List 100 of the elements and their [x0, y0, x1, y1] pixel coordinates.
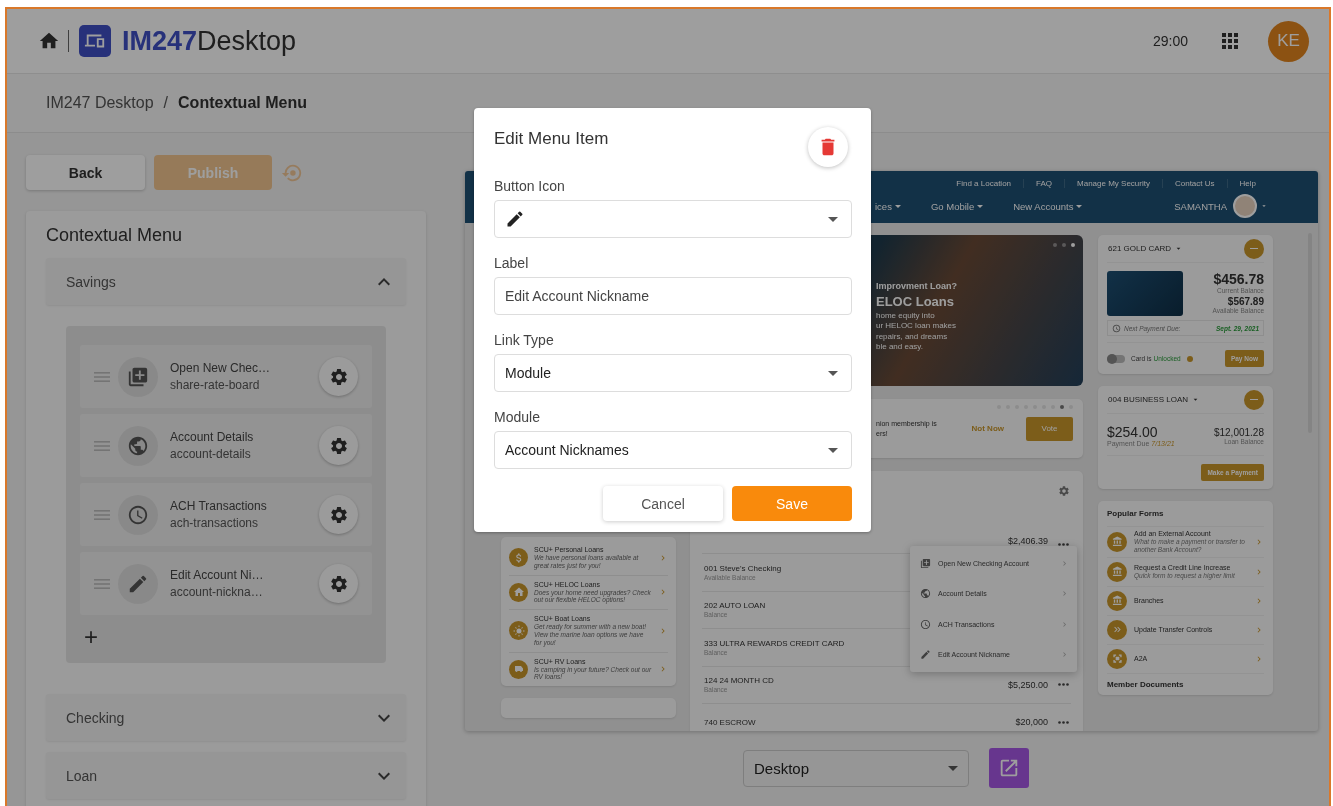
header-link[interactable]: Contact Us [1161, 178, 1227, 188]
bank-icon [1107, 561, 1127, 582]
cancel-button[interactable]: Cancel [603, 486, 723, 521]
settings-icon [328, 366, 349, 387]
device-select[interactable]: Desktop [743, 749, 969, 787]
settings-icon [328, 435, 349, 456]
accordion-header[interactable]: Checking [46, 694, 406, 741]
banner-text: repairs, and dreams [876, 331, 949, 343]
select-field[interactable]: Account Nicknames [494, 431, 852, 469]
house-icon [509, 582, 528, 602]
back-button[interactable]: Back [26, 155, 145, 190]
carousel-dot[interactable] [1060, 405, 1064, 409]
select-field[interactable]: Module [494, 354, 852, 392]
item-slug: ach-transactions [170, 516, 260, 530]
nav-menu[interactable]: ices [875, 200, 901, 212]
lock-toggle[interactable] [1107, 354, 1125, 363]
caret-icon [1076, 204, 1083, 208]
minus-button[interactable] [1244, 389, 1264, 410]
apps-grid-icon[interactable] [1222, 33, 1238, 49]
payment-amount: $254.00 [1107, 424, 1159, 440]
add-box-icon [118, 356, 158, 397]
header-link[interactable]: Find a Location [944, 178, 1024, 188]
dialog-title: Edit Menu Item [494, 129, 609, 149]
loan-balance: $12,001.28 [1213, 427, 1264, 438]
breadcrumb-current: Contextual Menu [178, 94, 307, 112]
user-name[interactable]: SAMANTHA [1174, 200, 1227, 212]
settings-icon [328, 504, 349, 525]
panel-title: Contextual Menu [46, 225, 184, 246]
menu-item[interactable]: ACH Transactions ach-transactions [80, 483, 372, 546]
drag-handle-icon[interactable] [94, 370, 110, 383]
item-slug: account-nickna… [170, 585, 264, 599]
header-link[interactable]: Manage My Security [1064, 178, 1162, 188]
add-button[interactable]: + [80, 625, 102, 649]
accordion-header[interactable]: Loan [46, 752, 406, 799]
banner-text: ur HELOC loan makes [876, 321, 958, 332]
info-icon[interactable] [1186, 355, 1193, 362]
caret-icon [948, 765, 958, 771]
account-name[interactable]: 740 ESCROW [704, 717, 756, 727]
settings-button[interactable] [319, 426, 358, 465]
carousel-dot[interactable] [1071, 243, 1075, 247]
brand-name: IM247Desktop [122, 25, 297, 57]
available-balance: $567.89 [1227, 296, 1264, 307]
field-label: Button Icon [494, 178, 566, 194]
caret-icon [828, 216, 838, 222]
globe-icon [118, 425, 158, 466]
open-external-button[interactable] [989, 748, 1029, 788]
caret-icon [977, 204, 984, 208]
nav-menu[interactable]: New Accounts [1013, 200, 1083, 212]
settings-button[interactable] [319, 495, 358, 534]
settings-button[interactable] [319, 357, 358, 396]
clock-icon [118, 494, 158, 535]
banner-text: home equity into [876, 311, 936, 322]
banner-text: ble and easy. [876, 342, 924, 353]
section-title: Popular Forms [1107, 501, 1264, 527]
loan-title[interactable]: 004 BUSINESS LOAN [1108, 395, 1189, 404]
banner-text: ELOC Loans [876, 294, 955, 309]
breadcrumb-link[interactable]: IM247 Desktop [46, 94, 154, 112]
caret-icon [828, 447, 838, 453]
bank-icon [1107, 531, 1127, 552]
settings-icon [328, 573, 349, 594]
menu-item[interactable]: Account Details account-details [80, 414, 372, 477]
caret-icon [894, 204, 901, 208]
more-icon[interactable] [1058, 683, 1069, 687]
account-balance: $2,406.39 [1007, 536, 1048, 546]
item-title: Open New Chec… [170, 361, 272, 375]
breadcrumb-separator: / [163, 94, 169, 112]
field-label: Module [494, 409, 541, 425]
nav-menu[interactable]: Go Mobile [930, 200, 984, 212]
account-name[interactable]: 202 AUTO LOAN [704, 601, 766, 611]
banner-text: Improvment Loan? [876, 281, 958, 291]
account-name[interactable]: 333 ULTRA REWARDS CREDIT CARD [704, 638, 845, 648]
more-icon[interactable] [1058, 543, 1069, 546]
menu-item[interactable]: Open New Chec… share-rate-board [80, 345, 372, 408]
more-icon[interactable] [1058, 720, 1069, 724]
open-in-new-icon [998, 757, 1020, 779]
user-avatar[interactable] [1233, 194, 1257, 218]
clock-icon [920, 618, 931, 630]
drag-handle-icon[interactable] [94, 439, 110, 452]
label-input[interactable]: Edit Account Nickname [494, 277, 852, 315]
accordion-header[interactable]: Savings [46, 258, 406, 305]
settings-button[interactable] [319, 564, 358, 603]
card-title[interactable]: 621 GOLD CARD [1108, 244, 1172, 253]
drag-handle-icon[interactable] [94, 508, 110, 521]
clock-icon [1112, 323, 1121, 333]
account-name[interactable]: 124 24 MONTH CD [704, 676, 774, 686]
bank-icon [1107, 590, 1127, 611]
icon-select[interactable] [494, 200, 852, 238]
header-link[interactable]: FAQ [1023, 178, 1065, 188]
minus-button[interactable] [1244, 238, 1264, 259]
item-title: Account Details [170, 430, 255, 444]
delete-button[interactable] [808, 127, 848, 167]
drag-handle-icon[interactable] [94, 577, 110, 590]
account-balance: $5,250.00 [1007, 679, 1048, 690]
account-name[interactable]: 001 Steve's Checking [704, 563, 782, 573]
field-label: Label [494, 255, 530, 271]
settings-icon[interactable] [1058, 485, 1070, 497]
double-chevron-icon [1107, 619, 1127, 640]
menu-item[interactable]: Edit Account Ni… account-nickna… [80, 552, 372, 615]
account-balance: $20,000 [1015, 717, 1048, 728]
header-link[interactable]: Help [1226, 178, 1268, 188]
